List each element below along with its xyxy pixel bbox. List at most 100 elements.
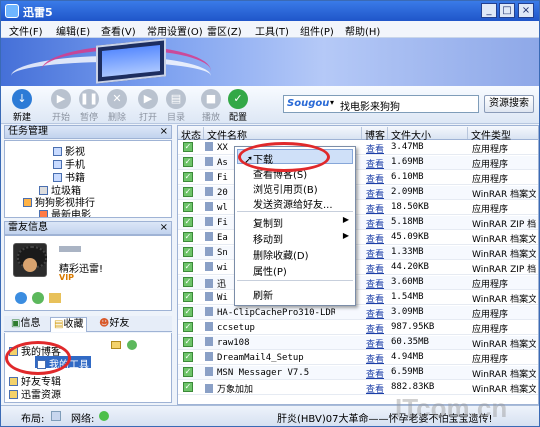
menu-item-copy-to[interactable]: 复制到 ▶ xyxy=(253,215,353,230)
title-bar[interactable]: 迅雷5 _ □ × xyxy=(1,1,539,21)
table-row[interactable]: ✓ Fi 查看 6.10MB 应用程序 xyxy=(178,171,538,185)
checkbox[interactable]: ✓ xyxy=(183,382,193,392)
view-blog-link[interactable]: 查看 xyxy=(366,307,384,320)
checkbox[interactable]: ✓ xyxy=(183,292,193,302)
table-row[interactable]: ✓ MSN Messager V7.5 查看 6.59MB WinRAR 档案文 xyxy=(178,366,538,380)
table-row[interactable]: ✓ Fi 查看 5.18MB WinRAR ZIP 档 xyxy=(178,216,538,230)
view-blog-link[interactable]: 查看 xyxy=(366,172,384,185)
checkbox[interactable]: ✓ xyxy=(183,202,193,212)
col-status[interactable]: 状态 xyxy=(178,127,204,142)
directory-button[interactable]: ▤ 目录 xyxy=(163,89,189,123)
tab-info[interactable]: ▣信息 xyxy=(8,317,43,332)
folder-icon[interactable] xyxy=(49,293,61,303)
tree-item-thunder-resources[interactable]: 迅雷资源 xyxy=(9,386,61,401)
checkbox[interactable]: ✓ xyxy=(183,232,193,242)
start-button[interactable]: ▶ 开始 xyxy=(48,89,74,123)
menu-item-delete-favorite[interactable]: 删除收藏(D) xyxy=(253,247,353,262)
delete-button[interactable]: ✕ 删除 xyxy=(104,89,130,123)
menu-zone[interactable]: 雷区(Z) xyxy=(207,23,242,38)
open-button[interactable]: ▶ 打开 xyxy=(135,89,161,123)
avatar[interactable] xyxy=(13,243,47,277)
col-blog[interactable]: 博客 xyxy=(362,127,388,142)
tree-item-phone[interactable]: 手机 xyxy=(53,156,85,171)
close-icon[interactable]: × xyxy=(160,222,168,234)
table-row[interactable]: ✓ As 查看 1.69MB 应用程序 xyxy=(178,156,538,170)
view-blog-link[interactable]: 查看 xyxy=(366,157,384,170)
checkbox[interactable]: ✓ xyxy=(183,187,193,197)
view-blog-link[interactable]: 查看 xyxy=(366,277,384,290)
table-row[interactable]: ✓ 迅查看 3.60MB 应用程序 xyxy=(178,276,538,290)
close-button[interactable]: × xyxy=(518,3,534,18)
view-blog-link[interactable]: 查看 xyxy=(366,202,384,215)
view-blog-link[interactable]: 查看 xyxy=(366,322,384,335)
pause-button[interactable]: ❚❚ 暂停 xyxy=(76,89,102,123)
menu-item-properties[interactable]: 属性(P) xyxy=(253,263,353,278)
checkbox[interactable]: ✓ xyxy=(183,172,193,182)
share-icon[interactable] xyxy=(127,340,137,350)
tree-item-ranking[interactable]: 狗狗影视排行 xyxy=(23,194,95,209)
menu-view[interactable]: 查看(V) xyxy=(101,23,136,38)
menu-settings[interactable]: 常用设置(O) xyxy=(147,23,203,38)
tree-item-new-movies[interactable]: 最新电影 xyxy=(39,206,91,217)
table-row[interactable]: ✓ DreamMail4_Setup 查看 4.94MB 应用程序 xyxy=(178,351,538,365)
checkbox[interactable]: ✓ xyxy=(183,307,193,317)
menu-item-move-to[interactable]: 移动到 ▶ xyxy=(253,231,353,246)
menu-plugins[interactable]: 组件(P) xyxy=(300,23,334,38)
search-input[interactable]: Sougou ▾ 找电影来狗狗 xyxy=(283,95,479,113)
checkbox[interactable]: ✓ xyxy=(183,322,193,332)
refresh-icon[interactable] xyxy=(32,292,44,304)
view-blog-link[interactable]: 查看 xyxy=(366,217,384,230)
table-row[interactable]: ✓ Wi 查看 1.54MB WinRAR 档案文 xyxy=(178,291,538,305)
globe-icon[interactable] xyxy=(15,292,27,304)
checkbox[interactable]: ✓ xyxy=(183,337,193,347)
col-type[interactable]: 文件类型 xyxy=(468,127,538,142)
menu-item-refresh[interactable]: 刷新 xyxy=(253,287,353,302)
view-blog-link[interactable]: 查看 xyxy=(366,292,384,305)
tab-favorites[interactable]: ▤收藏 xyxy=(50,317,88,332)
menu-item-send-to-friend[interactable]: 发送资源给好友... xyxy=(253,196,353,211)
checkbox[interactable]: ✓ xyxy=(183,262,193,272)
table-row[interactable]: ✓ Sn 查看 1.33MB WinRAR 档案文 xyxy=(178,246,538,260)
minimize-button[interactable]: _ xyxy=(481,3,497,18)
checkbox[interactable]: ✓ xyxy=(183,367,193,377)
view-blog-link[interactable]: 查看 xyxy=(366,382,384,395)
view-blog-link[interactable]: 查看 xyxy=(366,232,384,245)
tab-friends[interactable]: ☻好友 xyxy=(96,317,132,332)
new-folder-icon[interactable] xyxy=(111,341,121,349)
checkbox[interactable]: ✓ xyxy=(183,157,193,167)
view-blog-link[interactable]: 查看 xyxy=(366,337,384,350)
menu-help[interactable]: 帮助(H) xyxy=(345,23,380,38)
table-row[interactable]: ✓ wl 查看 18.50KB 应用程序 xyxy=(178,201,538,215)
table-row[interactable]: ✓ ccsetup 查看 987.95KB 应用程序 xyxy=(178,321,538,335)
checkbox[interactable]: ✓ xyxy=(183,352,193,362)
checkbox[interactable]: ✓ xyxy=(183,142,193,152)
col-filename[interactable]: 文件名称 xyxy=(204,127,362,142)
tree-item-books[interactable]: 书籍 xyxy=(53,169,85,184)
maximize-button[interactable]: □ xyxy=(499,3,515,18)
table-row[interactable]: ✓ wi 查看 44.20KB WinRAR ZIP 档 xyxy=(178,261,538,275)
view-blog-link[interactable]: 查看 xyxy=(366,367,384,380)
layout-icon[interactable] xyxy=(51,411,61,421)
view-blog-link[interactable]: 查看 xyxy=(366,262,384,275)
play-media-button[interactable]: ■ 播放 xyxy=(198,89,224,123)
table-row[interactable]: ✓ Ea 查看 45.09KB WinRAR 档案文 xyxy=(178,231,538,245)
view-blog-link[interactable]: 查看 xyxy=(366,187,384,200)
col-size[interactable]: 文件大小 xyxy=(388,127,468,142)
checkbox[interactable]: ✓ xyxy=(183,217,193,227)
config-button[interactable]: ✓ 配置 xyxy=(225,89,251,123)
checkbox[interactable]: ✓ xyxy=(183,277,193,287)
table-row[interactable]: ✓ raw108 查看 60.35MB WinRAR 档案文 xyxy=(178,336,538,350)
view-blog-link[interactable]: 查看 xyxy=(366,247,384,260)
tree-item-video[interactable]: 影视 xyxy=(53,143,85,158)
close-icon[interactable]: × xyxy=(160,126,168,138)
view-blog-link[interactable]: 查看 xyxy=(366,142,384,155)
table-row[interactable]: ✓ XX 查看 3.47MB 应用程序 xyxy=(178,141,538,155)
table-row[interactable]: ✓ 20 查看 2.09MB WinRAR 档案文 xyxy=(178,186,538,200)
table-row[interactable]: ✓ HA-ClipCachePro310-LDR 查看 3.09MB 应用程序 xyxy=(178,306,538,320)
menu-item-browse-referrer[interactable]: 浏览引用页(B) xyxy=(253,181,353,196)
tree-item-trash[interactable]: 垃圾箱 xyxy=(39,182,81,197)
checkbox[interactable]: ✓ xyxy=(183,247,193,257)
menu-tools[interactable]: 工具(T) xyxy=(255,23,289,38)
new-task-button[interactable]: ↓ 新建 xyxy=(9,89,35,123)
menu-edit[interactable]: 编辑(E) xyxy=(56,23,90,38)
